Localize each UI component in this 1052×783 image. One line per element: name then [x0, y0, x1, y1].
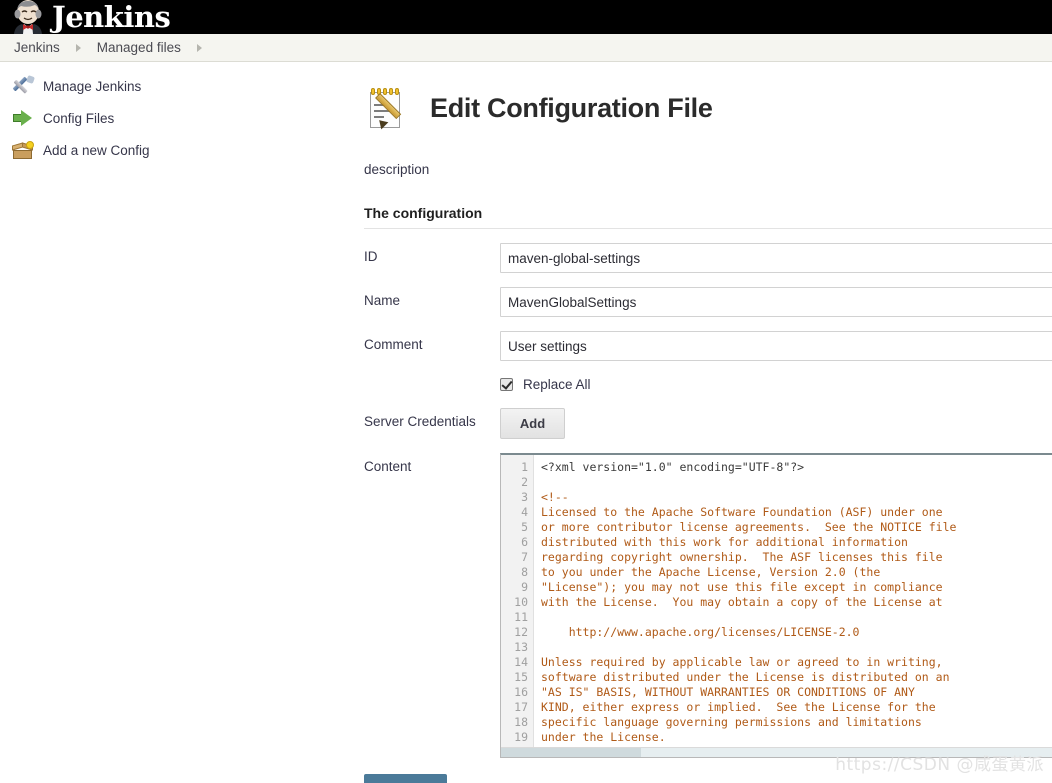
sidebar-item-label: Manage Jenkins: [43, 78, 142, 94]
editor-line-number: 13: [514, 640, 528, 654]
editor-code-line: or more contributor license agreements. …: [541, 520, 957, 534]
breadcrumb-separator-icon: [196, 43, 202, 52]
editor-line-number: 6: [521, 535, 528, 549]
editor-line-number: 11: [514, 610, 528, 624]
editor-code-line: under the License.: [541, 730, 666, 744]
green-arrow-icon: [12, 107, 34, 129]
editor-code-line: KIND, either express or implied. See the…: [541, 700, 936, 714]
sidebar-item-manage-jenkins[interactable]: Manage Jenkins: [0, 70, 340, 102]
form-row-replace-all: Replace All: [364, 377, 1052, 392]
form-row-name: Name: [364, 287, 1052, 317]
editor-code-line: specific language governing permissions …: [541, 715, 922, 729]
breadcrumb-separator-icon: [75, 43, 81, 52]
editor-code-line: "License"); you may not use this file ex…: [541, 580, 943, 594]
tools-icon: [12, 75, 35, 97]
editor-line-number: 2: [521, 475, 528, 489]
label-comment: Comment: [364, 337, 423, 352]
add-credentials-button[interactable]: Add: [500, 408, 565, 439]
comment-input[interactable]: [500, 331, 1052, 361]
top-header-bar: Jenkins: [0, 0, 1052, 34]
label-server-credentials: Server Credentials: [364, 414, 476, 429]
editor-code-line: Unless required by applicable law or agr…: [541, 655, 943, 669]
editor-code-line: to you under the Apache License, Version…: [541, 565, 881, 579]
breadcrumb-item-managed-files[interactable]: Managed files: [95, 40, 183, 55]
sidebar: Manage Jenkins Config Files Add a new Co…: [0, 70, 340, 166]
sidebar-item-label: Add a new Config: [43, 142, 150, 158]
editor-code-line: [541, 640, 1052, 655]
editor-code-line: distributed with this work for additiona…: [541, 535, 908, 549]
brand-title[interactable]: Jenkins: [52, 0, 171, 34]
replace-all-checkbox[interactable]: [500, 378, 513, 391]
package-box-icon: [12, 139, 34, 161]
form-row-content: Content 12345678910111213141516171819202…: [364, 453, 1052, 758]
description-link[interactable]: description: [364, 162, 1052, 177]
label-content: Content: [364, 459, 412, 474]
editor-code-line: with the License. You may obtain a copy …: [541, 595, 943, 609]
sidebar-item-label: Config Files: [43, 110, 115, 126]
editor-line-number: 7: [521, 550, 528, 564]
page-title: Edit Configuration File: [430, 92, 713, 123]
editor-line-number: 19: [514, 730, 528, 744]
editor-line-number: 18: [514, 715, 528, 729]
editor-code-area[interactable]: <?xml version="1.0" encoding="UTF-8"?> <…: [534, 455, 1052, 757]
form-row-id: ID: [364, 243, 1052, 273]
editor-line-number: 8: [521, 565, 528, 579]
main-content: Edit Configuration File description The …: [364, 78, 1052, 783]
submit-button[interactable]: Submit: [364, 774, 447, 783]
editor-line-number: 12: [514, 625, 528, 639]
editor-code-line: software distributed under the License i…: [541, 670, 950, 684]
label-name: Name: [364, 293, 401, 308]
csdn-watermark: https://CSDN @咸蛋黄派: [835, 755, 1044, 775]
label-id: ID: [364, 249, 378, 264]
section-title-the-configuration: The configuration: [364, 205, 1052, 229]
breadcrumb: Jenkins Managed files: [0, 34, 1052, 62]
editor-line-number: 17: [514, 700, 528, 714]
editor-line-number: 9: [521, 580, 528, 594]
jenkins-page: Jenkins Jenkins Managed files Manage Jen…: [0, 0, 1052, 783]
content-code-editor[interactable]: 123456789101112131415161718192021 <?xml …: [500, 453, 1052, 758]
editor-line-number: 16: [514, 685, 528, 699]
editor-code-line: regarding copyright ownership. The ASF l…: [541, 550, 943, 564]
editor-code-line: [541, 610, 1052, 625]
page-header: Edit Configuration File: [364, 78, 1052, 138]
editor-line-number: 14: [514, 655, 528, 669]
editor-code-line: <!--: [541, 490, 569, 504]
notepad-pencil-icon: [364, 84, 412, 132]
sidebar-item-config-files[interactable]: Config Files: [0, 102, 340, 134]
jenkins-butler-logo[interactable]: [8, 0, 48, 34]
replace-all-label: Replace All: [523, 377, 591, 392]
editor-line-number: 15: [514, 670, 528, 684]
form-row-comment: Comment: [364, 331, 1052, 361]
editor-code-line: http://www.apache.org/licenses/LICENSE-2…: [541, 625, 860, 639]
editor-code-line: <?xml version="1.0" encoding="UTF-8"?>: [541, 460, 805, 474]
form-row-server-credentials: Server Credentials Add: [364, 408, 1052, 439]
breadcrumb-item-jenkins[interactable]: Jenkins: [12, 40, 62, 55]
editor-code-line: [541, 475, 1052, 490]
editor-line-number-gutter: 123456789101112131415161718192021: [501, 455, 534, 757]
editor-line-number: 10: [514, 595, 528, 609]
editor-line-number: 4: [521, 505, 528, 519]
editor-line-number: 1: [521, 460, 528, 474]
name-input[interactable]: [500, 287, 1052, 317]
editor-line-number: 3: [521, 490, 528, 504]
editor-line-number: 5: [521, 520, 528, 534]
editor-code-line: "AS IS" BASIS, WITHOUT WARRANTIES OR CON…: [541, 685, 915, 699]
sidebar-item-add-a-new-config[interactable]: Add a new Config: [0, 134, 340, 166]
id-input[interactable]: [500, 243, 1052, 273]
editor-code-line: Licensed to the Apache Software Foundati…: [541, 505, 943, 519]
